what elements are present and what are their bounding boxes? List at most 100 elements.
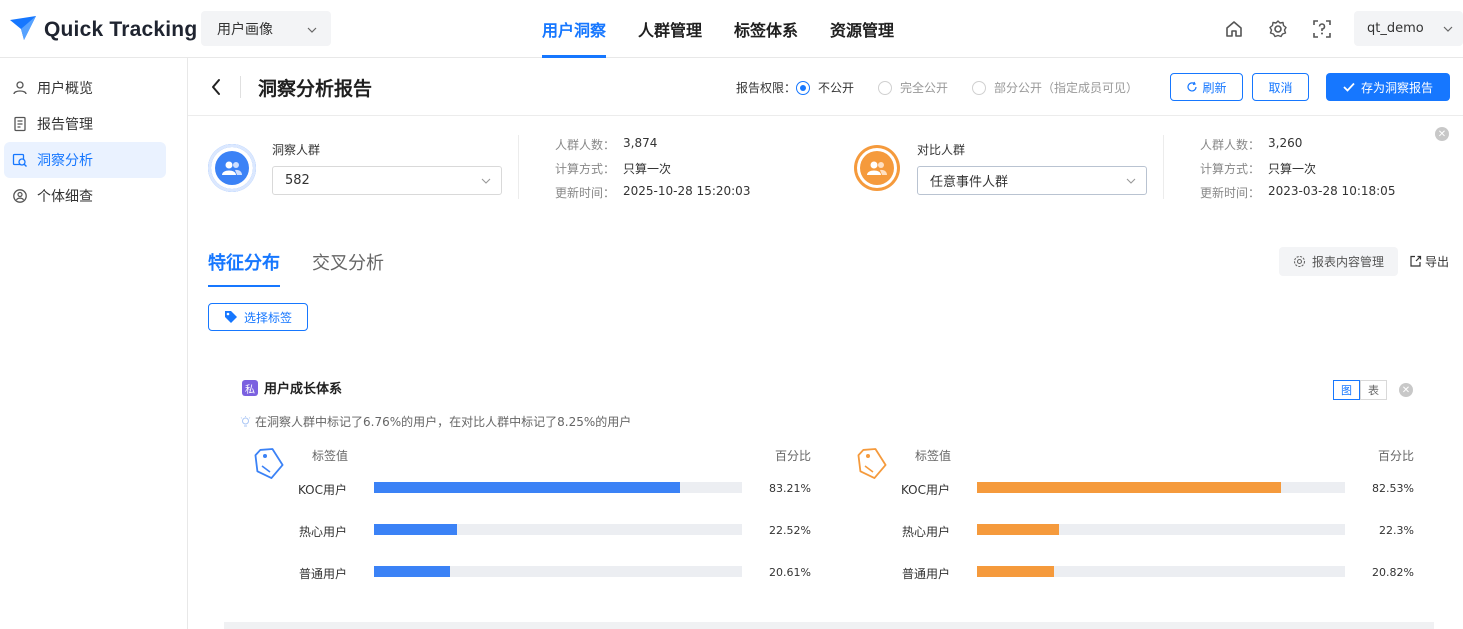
insight-crowd-select[interactable]: 582 <box>272 166 502 195</box>
help-icon[interactable] <box>1310 17 1334 41</box>
save-report-label: 存为洞察报告 <box>1360 80 1433 95</box>
page-title: 洞察分析报告 <box>258 78 373 100</box>
document-icon <box>12 116 28 132</box>
export-icon <box>1409 255 1422 268</box>
back-icon[interactable] <box>208 77 226 97</box>
user-name: qt_demo <box>1367 21 1424 36</box>
export-button[interactable]: 导出 <box>1409 253 1449 270</box>
bar-track <box>977 566 1345 577</box>
sidebar-item-reports[interactable]: 报告管理 <box>4 106 166 142</box>
export-label: 导出 <box>1425 255 1450 269</box>
bar-track <box>374 482 742 493</box>
chevron-down-icon <box>307 21 317 37</box>
nav-tag-system[interactable]: 标签体系 <box>718 0 814 58</box>
compare-count-value: 3,260 <box>1268 136 1303 150</box>
bar-value-label: 83.21% <box>769 482 811 495</box>
sidebar: 用户概览 报告管理 洞察分析 个体细查 <box>0 58 188 629</box>
bar-category-label: 热心用户 <box>901 525 950 539</box>
nav-resource-management[interactable]: 资源管理 <box>814 0 910 58</box>
app-name: Quick Tracking <box>44 18 198 41</box>
active-tab-indicator <box>208 285 280 287</box>
bar-track <box>977 482 1345 493</box>
sidebar-item-label: 个体细查 <box>37 189 93 205</box>
insight-crowd-icon <box>208 144 256 192</box>
home-icon[interactable] <box>1222 17 1246 41</box>
logo-icon <box>8 14 38 46</box>
divider <box>188 115 1463 116</box>
save-report-button[interactable]: 存为洞察报告 <box>1326 73 1450 101</box>
radio-label: 不公开 <box>818 81 855 95</box>
insight-count-value: 3,874 <box>623 136 658 150</box>
compare-crowd-select[interactable]: 任意事件人群 <box>917 166 1147 195</box>
divider <box>240 76 241 98</box>
compare-count-label: 人群人数： <box>1200 138 1261 152</box>
refresh-label: 刷新 <box>1202 80 1227 95</box>
gear-icon[interactable] <box>1266 17 1290 41</box>
compare-crowd-value: 任意事件人群 <box>930 175 1009 190</box>
bar-category-label: 普通用户 <box>298 567 347 581</box>
bar[interactable] <box>977 482 1281 493</box>
bar-value-label: 22.52% <box>769 524 811 537</box>
insight-calc-value: 只算一次 <box>623 162 672 176</box>
insight-update-label: 更新时间： <box>555 186 616 200</box>
insight-analysis-icon <box>12 152 28 168</box>
cancel-button[interactable]: 取消 <box>1252 73 1309 101</box>
lightbulb-icon <box>240 415 251 428</box>
user-search-icon <box>12 188 28 204</box>
private-badge: 私 <box>242 380 258 396</box>
perm-option-public[interactable]: 完全公开 <box>878 79 948 96</box>
sidebar-item-label: 报告管理 <box>37 117 93 133</box>
compare-crowd-label: 对比人群 <box>917 143 966 157</box>
card-title: 用户成长体系 <box>264 382 343 397</box>
bar[interactable] <box>977 524 1060 535</box>
chevron-down-icon <box>481 173 491 188</box>
bar[interactable] <box>374 482 681 493</box>
main-nav: 用户洞察 人群管理 标签体系 资源管理 <box>526 0 910 58</box>
sidebar-item-individual[interactable]: 个体细查 <box>4 178 166 214</box>
bar-value-label: 20.82% <box>1372 566 1414 579</box>
bar-value-label: 20.61% <box>769 566 811 579</box>
bar-category-label: KOC用户 <box>900 483 950 497</box>
bar[interactable] <box>374 524 457 535</box>
sidebar-item-overview[interactable]: 用户概览 <box>4 70 166 106</box>
col-label-header: 标签值 <box>312 449 349 463</box>
compare-calc-value: 只算一次 <box>1268 162 1317 176</box>
tag-icon <box>224 310 238 324</box>
check-icon <box>1343 82 1355 92</box>
insight-calc-label: 计算方式： <box>555 162 616 176</box>
module-select-value: 用户画像 <box>217 21 273 38</box>
bar-value-label: 82.53% <box>1372 482 1414 495</box>
module-select[interactable]: 用户画像 <box>201 11 331 46</box>
chart-view-button[interactable]: 图 <box>1333 380 1360 400</box>
user-menu[interactable]: qt_demo <box>1354 11 1463 46</box>
radio-label: 完全公开 <box>900 81 949 95</box>
col-pct-header: 百分比 <box>775 449 812 463</box>
sidebar-item-label: 洞察分析 <box>37 153 93 169</box>
compare-update-value: 2023-03-28 10:18:05 <box>1268 184 1396 198</box>
refresh-button[interactable]: 刷新 <box>1170 73 1243 101</box>
cancel-label: 取消 <box>1268 80 1293 95</box>
top-bar: Quick Tracking 用户画像 用户洞察 人群管理 标签体系 资源管理 … <box>0 0 1463 58</box>
close-card-icon[interactable]: ✕ <box>1399 383 1413 397</box>
tab-cross-analysis[interactable]: 交叉分析 <box>312 249 384 275</box>
col-pct-header: 百分比 <box>1378 449 1415 463</box>
tab-feature-distribution[interactable]: 特征分布 <box>208 249 280 275</box>
report-content-manage-button[interactable]: 报表内容管理 <box>1279 247 1398 276</box>
bar[interactable] <box>977 566 1054 577</box>
perm-option-partial[interactable]: 部分公开（指定成员可见） <box>972 79 1138 96</box>
bar-track <box>374 524 742 535</box>
divider <box>1163 135 1164 199</box>
nav-crowd-management[interactable]: 人群管理 <box>622 0 718 58</box>
settings-icon <box>1293 255 1306 268</box>
select-tag-label: 选择标签 <box>243 310 292 325</box>
nav-user-insight[interactable]: 用户洞察 <box>526 0 622 58</box>
sidebar-item-insight-analysis[interactable]: 洞察分析 <box>4 142 166 178</box>
table-view-button[interactable]: 表 <box>1360 380 1387 400</box>
close-compare-icon[interactable]: ✕ <box>1435 127 1449 141</box>
logo[interactable]: Quick Tracking <box>8 14 197 46</box>
select-tag-button[interactable]: 选择标签 <box>208 303 308 331</box>
bar[interactable] <box>374 566 450 577</box>
compare-update-label: 更新时间： <box>1200 186 1261 200</box>
perm-option-private[interactable]: 不公开 <box>796 79 854 96</box>
refresh-icon <box>1186 81 1198 93</box>
